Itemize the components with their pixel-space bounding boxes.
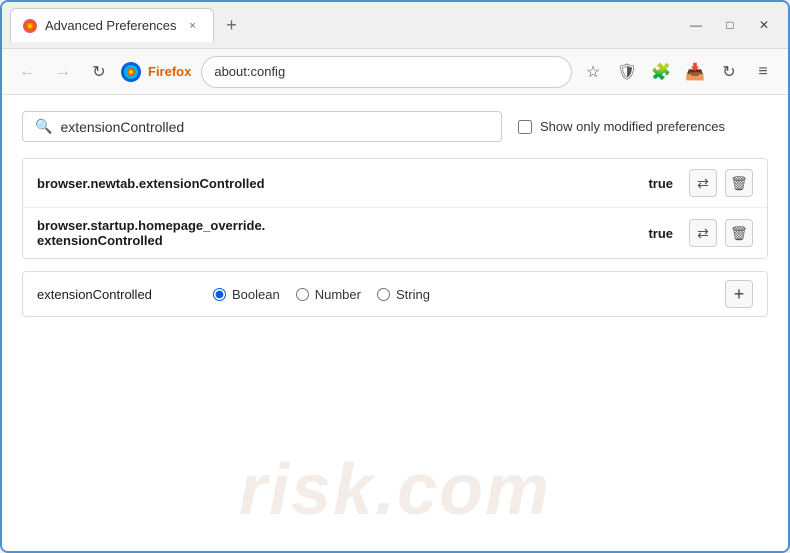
search-wrapper[interactable]: 🔍 — [22, 111, 502, 142]
trash-icon: 🗑 — [730, 225, 748, 242]
show-modified-checkbox[interactable] — [518, 120, 532, 134]
radio-boolean-label: Boolean — [232, 287, 280, 302]
minimize-button[interactable]: — — [680, 11, 712, 39]
content-area: risk.com 🔍 Show only modified preference… — [2, 95, 788, 551]
radio-string[interactable]: String — [377, 287, 430, 302]
sync-button[interactable]: ↻ — [714, 57, 744, 87]
firefox-logo-icon — [120, 61, 142, 83]
table-row[interactable]: browser.newtab.extensionControlled true … — [23, 159, 767, 208]
pref-name: browser.newtab.extensionControlled — [37, 176, 648, 191]
browser-window: Advanced Preferences × + — □ ✕ ← → ↻ Fir… — [0, 0, 790, 553]
watermark: risk.com — [239, 449, 551, 531]
back-button[interactable]: ← — [12, 57, 42, 87]
close-button[interactable]: ✕ — [748, 11, 780, 39]
search-icon: 🔍 — [35, 118, 52, 135]
radio-boolean[interactable]: Boolean — [213, 287, 280, 302]
extension-button[interactable]: 🧩 — [646, 57, 676, 87]
pref-name: browser.startup.homepage_override. exten… — [37, 218, 648, 248]
new-tab-button[interactable]: + — [218, 11, 246, 39]
transfer-icon: ⇄ — [697, 225, 709, 242]
trash-icon: 🗑 — [730, 175, 748, 192]
radio-number-label: Number — [315, 287, 361, 302]
url-text: about:config — [214, 64, 285, 79]
transfer-icon: ⇄ — [697, 175, 709, 192]
pref-name-line1: browser.startup.homepage_override. — [37, 218, 265, 233]
window-controls: — □ ✕ — [680, 11, 780, 39]
search-input[interactable] — [60, 119, 489, 135]
delete-button[interactable]: 🗑 — [725, 169, 753, 197]
radio-number[interactable]: Number — [296, 287, 361, 302]
forward-button[interactable]: → — [48, 57, 78, 87]
tab-close-button[interactable]: × — [185, 18, 201, 34]
show-modified-row: Show only modified preferences — [518, 119, 725, 134]
nav-icons: ☆ 🛡 🧩 📥 ↻ ≡ — [578, 57, 778, 87]
radio-boolean-input[interactable] — [213, 288, 226, 301]
show-modified-label[interactable]: Show only modified preferences — [540, 119, 725, 134]
tab-title: Advanced Preferences — [45, 18, 177, 33]
url-bar[interactable]: about:config — [201, 56, 572, 88]
bookmark-button[interactable]: ☆ — [578, 57, 608, 87]
search-row: 🔍 Show only modified preferences — [22, 111, 768, 142]
result-actions: ⇄ 🗑 — [689, 169, 753, 197]
shield-button[interactable]: 🛡 — [612, 57, 642, 87]
table-row[interactable]: browser.startup.homepage_override. exten… — [23, 208, 767, 258]
new-pref-name: extensionControlled — [37, 287, 197, 302]
pref-value: true — [648, 226, 673, 241]
menu-button[interactable]: ≡ — [748, 57, 778, 87]
pref-value: true — [648, 176, 673, 191]
maximize-button[interactable]: □ — [714, 11, 746, 39]
toggle-button[interactable]: ⇄ — [689, 219, 717, 247]
nav-bar: ← → ↻ Firefox about:config ☆ 🛡 🧩 📥 ↻ ≡ — [2, 49, 788, 95]
toggle-button[interactable]: ⇄ — [689, 169, 717, 197]
new-pref-row: extensionControlled Boolean Number Strin… — [22, 271, 768, 317]
add-pref-button[interactable]: + — [725, 280, 753, 308]
delete-button[interactable]: 🗑 — [725, 219, 753, 247]
result-actions: ⇄ 🗑 — [689, 219, 753, 247]
browser-tab[interactable]: Advanced Preferences × — [10, 8, 214, 42]
reload-button[interactable]: ↻ — [84, 57, 114, 87]
radio-number-input[interactable] — [296, 288, 309, 301]
radio-string-input[interactable] — [377, 288, 390, 301]
tab-favicon — [23, 19, 37, 33]
pref-name-line2: extensionControlled — [37, 233, 163, 248]
download-button[interactable]: 📥 — [680, 57, 710, 87]
radio-string-label: String — [396, 287, 430, 302]
type-radio-group: Boolean Number String — [213, 287, 709, 302]
results-table: browser.newtab.extensionControlled true … — [22, 158, 768, 259]
firefox-brand-label: Firefox — [148, 64, 191, 79]
title-bar: Advanced Preferences × + — □ ✕ — [2, 2, 788, 49]
